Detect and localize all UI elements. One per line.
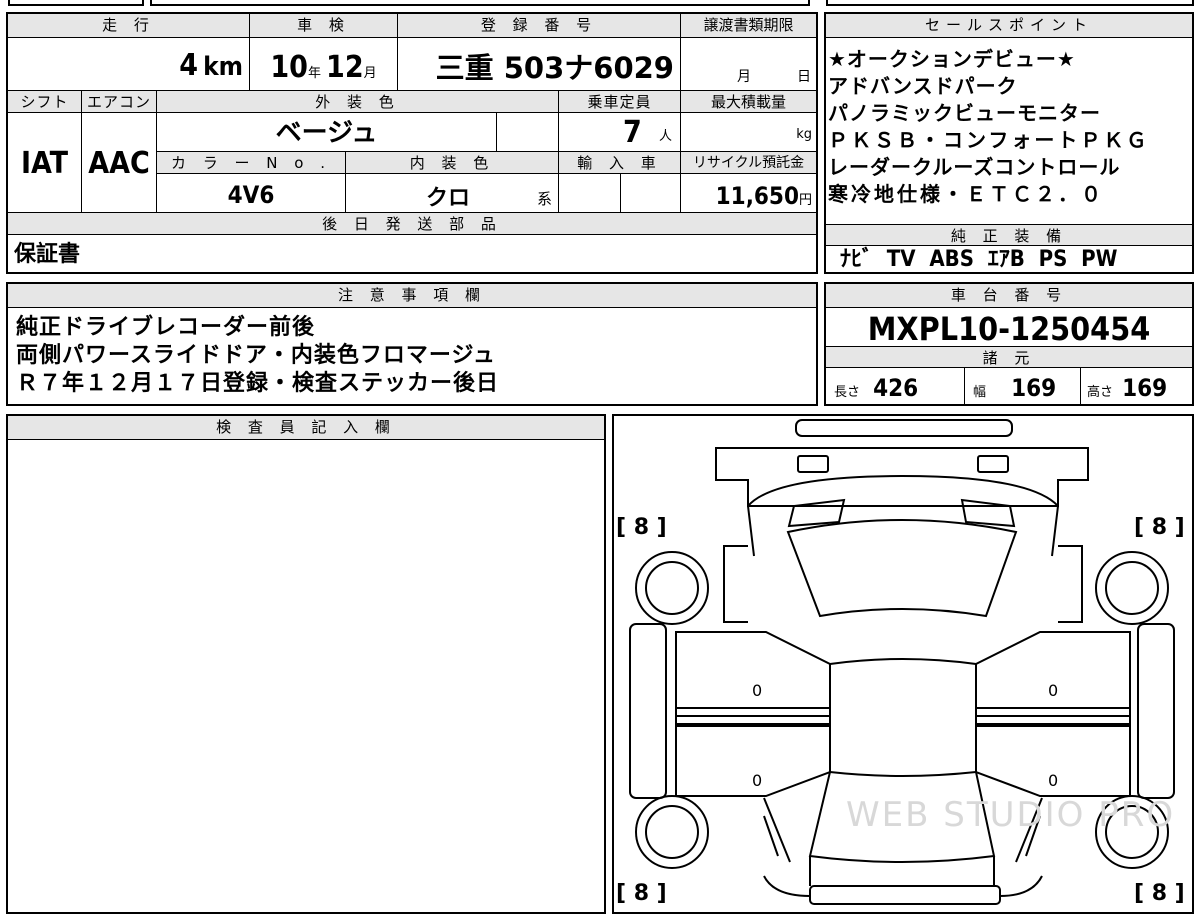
chassis-value: MXPL10-1250454 — [867, 310, 1151, 348]
color-no-value: 4V6 — [156, 174, 345, 212]
notes-label: 注 意 事 項 欄 — [8, 284, 816, 308]
sales-point-line: ★オークションデビュー★ — [828, 47, 1076, 71]
import-label: 輸 入 車 — [558, 151, 680, 174]
later-parts-value: 保証書 — [14, 242, 81, 267]
top-strip-right — [826, 0, 1194, 6]
sales-points-label: セールスポイント — [826, 14, 1192, 38]
inspector-label: 検 査 員 記 入 欄 — [8, 416, 604, 440]
interior-color-value: クロ 系 — [345, 174, 558, 212]
exterior-color-extra — [496, 113, 558, 151]
door-mark-fl: 0 — [752, 681, 762, 700]
genuine-equipment-value: ﾅﾋﾞ TV ABS ｴｱB PS PW — [840, 247, 1118, 272]
max-load-value: kg — [680, 113, 816, 151]
aircon-label: エアコン — [81, 90, 156, 113]
tire-rear-right: [ 8 ] — [1134, 881, 1185, 906]
inspector-box: 検 査 員 記 入 欄 — [6, 414, 606, 914]
sales-point-line: パノラミックビューモニター — [828, 101, 1101, 125]
sales-point-line: 寒冷地仕様・ＥＴＣ２．０ — [828, 182, 1104, 206]
spec-width: 幅 169 — [964, 368, 1080, 404]
registration-value: 三重 503ナ6029 — [397, 38, 680, 90]
import-value — [558, 174, 620, 212]
sales-points-box: セールスポイント ★オークションデビュー★ アドバンスドパーク パノラミックビュ… — [824, 12, 1194, 274]
capacity-value: 7 人 — [558, 113, 680, 151]
door-mark-fr: 0 — [1048, 681, 1058, 700]
top-strip-mid — [150, 0, 810, 6]
note-line: 純正ドライブレコーダー前後 — [16, 315, 316, 340]
inspection-value: 10年 12月 — [249, 38, 397, 90]
registration-label: 登 録 番 号 — [397, 14, 680, 38]
sales-point-line: アドバンスドパーク — [828, 74, 1018, 98]
exterior-color-value: ベージュ — [156, 113, 496, 151]
tire-front-right: [ 8 ] — [1134, 515, 1185, 540]
color-no-label: カ ラ ー N o . — [156, 151, 345, 174]
notes-list: 純正ドライブレコーダー前後 両側パワースライドドア・内装色フロマージュ Ｒ７年１… — [16, 314, 806, 398]
recycle-value: 11,650円 — [680, 174, 816, 212]
car-diagram: [ 8 ] [ 8 ] [ 8 ] [ 8 ] 0 0 0 0 WEB STUD… — [616, 419, 1185, 906]
watermark: WEB STUDIO PRO — [846, 795, 1175, 835]
note-line: Ｒ７年１２月１７日登録・検査ステッカー後日 — [16, 371, 500, 396]
top-strip-left — [8, 0, 144, 6]
tire-rear-left: [ 8 ] — [616, 881, 667, 906]
exterior-color-label: 外 装 色 — [156, 90, 558, 113]
shift-label: シフト — [8, 90, 81, 113]
genuine-equipment-label: 純 正 装 備 — [826, 224, 1192, 246]
mileage-label: 走 行 — [8, 14, 249, 38]
vehicle-info-table: 走 行 車 検 登 録 番 号 譲渡書類期限 4 km 10年 12月 三重 5… — [6, 12, 818, 274]
notes-box: 注 意 事 項 欄 純正ドライブレコーダー前後 両側パワースライドドア・内装色フ… — [6, 282, 818, 406]
inspection-label: 車 検 — [249, 14, 397, 38]
door-mark-rr: 0 — [1048, 771, 1058, 790]
later-parts-label: 後 日 発 送 部 品 — [8, 212, 816, 235]
specs-label: 諸 元 — [826, 346, 1192, 368]
transfer-deadline-label: 譲渡書類期限 — [680, 14, 816, 38]
recycle-label: リサイクル預託金 — [680, 151, 816, 174]
spec-length: 長さ 426 — [834, 374, 919, 402]
car-diagram-box: [ 8 ] [ 8 ] [ 8 ] [ 8 ] 0 0 0 0 WEB STUD… — [612, 414, 1194, 914]
transfer-deadline-value: 月 日 — [680, 38, 816, 90]
chassis-box: 車 台 番 号 MXPL10-1250454 諸 元 長さ 426 幅 169 … — [824, 282, 1194, 406]
capacity-label: 乗車定員 — [558, 90, 680, 113]
note-line: 両側パワースライドドア・内装色フロマージュ — [16, 343, 496, 368]
interior-color-label: 内 装 色 — [345, 151, 558, 174]
max-load-label: 最大積載量 — [680, 90, 816, 113]
aircon-value: AAC — [81, 113, 156, 212]
import-value-2 — [620, 174, 680, 212]
shift-value: IAT — [20, 146, 68, 181]
spec-height: 高さ 169 — [1080, 368, 1192, 404]
sales-point-line: レーダークルーズコントロール — [828, 155, 1121, 179]
mileage-value: 4 km — [179, 48, 243, 83]
chassis-label: 車 台 番 号 — [826, 284, 1192, 308]
door-mark-rl: 0 — [752, 771, 762, 790]
sales-points-list: ★オークションデビュー★ アドバンスドパーク パノラミックビューモニター ＰＫＳ… — [828, 46, 1190, 208]
sales-point-line: ＰＫＳＢ・コンフォートＰＫＧ — [828, 128, 1150, 152]
tire-front-left: [ 8 ] — [616, 515, 667, 540]
